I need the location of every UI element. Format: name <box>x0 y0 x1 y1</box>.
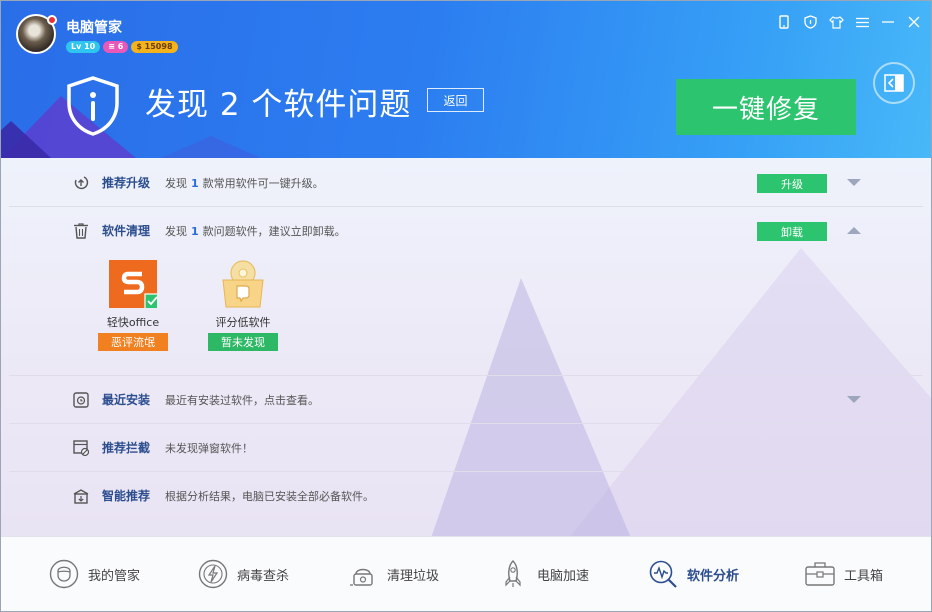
collapse-arrow-icon[interactable] <box>847 227 861 234</box>
row-smart-recommend: 智能推荐 根据分析结果，电脑已安装全部必备软件。 <box>9 472 923 520</box>
minimize-icon[interactable] <box>879 13 897 31</box>
rocket-icon <box>497 558 529 590</box>
row-recommend-upgrade: 推荐升级 发现 1 款常用软件可一键升级。 升级 <box>9 159 923 207</box>
collapse-panel-icon[interactable] <box>873 62 915 104</box>
desc-suffix: 款问题软件，建议立即卸载。 <box>202 225 346 238</box>
row-title[interactable]: 软件清理 <box>102 222 150 239</box>
desc-prefix: 发现 <box>165 225 187 238</box>
row-description: 最近有安装过软件，点击查看。 <box>165 394 319 407</box>
row-title[interactable]: 智能推荐 <box>102 487 150 504</box>
nav-label: 病毒查杀 <box>237 568 290 584</box>
office-app-icon <box>109 260 161 310</box>
coin-count: 15098 <box>144 42 173 51</box>
low-rating-icon <box>219 260 267 308</box>
row-title[interactable]: 推荐拦截 <box>102 439 150 456</box>
row-description: 发现 1 款问题软件，建议立即卸载。 <box>165 223 346 239</box>
app-card-office[interactable]: 轻快office 恶评流氓 <box>97 260 169 351</box>
page-headline: 发现 2 个软件问题 <box>145 87 412 123</box>
cleanup-icon <box>347 558 379 590</box>
app-name: 评分低软件 <box>215 316 271 329</box>
row-description: 根据分析结果，电脑已安装全部必备软件。 <box>165 490 374 503</box>
main-window: 电脑管家 Lv 10 ≡ 6 $ 15098 发现 2 个软件问题 返回 一键修… <box>0 0 932 612</box>
smart-recommend-icon <box>71 486 91 506</box>
header: 电脑管家 Lv 10 ≡ 6 $ 15098 发现 2 个软件问题 返回 一键修… <box>1 1 931 158</box>
app-card-low-rating[interactable]: 评分低软件 暂未发现 <box>207 260 279 351</box>
skin-icon[interactable] <box>827 13 845 31</box>
row-description: 未发现弹窗软件！ <box>165 442 253 455</box>
back-button[interactable]: 返回 <box>427 88 484 112</box>
bottom-nav: 我的管家 病毒查杀 清理垃圾 电脑加速 软件分析 工具箱 <box>1 536 931 611</box>
app-status-tag: 恶评流氓 <box>98 333 168 351</box>
trash-icon <box>71 221 91 241</box>
nav-label: 工具箱 <box>844 568 884 584</box>
nav-label: 电脑加速 <box>537 568 590 584</box>
software-analysis-icon <box>647 558 679 590</box>
phone-icon[interactable] <box>775 13 793 31</box>
recent-install-icon <box>71 390 91 410</box>
desc-suffix: 款常用软件可一键升级。 <box>202 177 324 190</box>
one-click-fix-button[interactable]: 一键修复 <box>676 79 856 135</box>
shield-small-icon[interactable] <box>801 13 819 31</box>
app-title: 电脑管家 <box>66 20 122 36</box>
user-badges: Lv 10 ≡ 6 $ 15098 <box>66 41 178 53</box>
row-description: 发现 1 款常用软件可一键升级。 <box>165 175 324 191</box>
expand-arrow-icon[interactable] <box>847 396 861 403</box>
popup-block-icon <box>71 438 91 458</box>
notification-dot <box>47 15 57 25</box>
nav-label: 软件分析 <box>687 568 740 584</box>
row-software-cleanup: 软件清理 发现 1 款问题软件，建议立即卸载。 卸载 <box>9 207 923 255</box>
window-controls <box>775 13 923 31</box>
row-title[interactable]: 最近安装 <box>102 391 150 408</box>
nav-cleanup[interactable]: 清理垃圾 <box>347 555 439 593</box>
expand-arrow-icon[interactable] <box>847 179 861 186</box>
nav-toolbox[interactable]: 工具箱 <box>804 555 883 593</box>
header-decoration <box>161 136 261 158</box>
message-badge[interactable]: ≡ 6 <box>103 41 129 53</box>
close-icon[interactable] <box>905 13 923 31</box>
level-badge[interactable]: Lv 10 <box>66 41 101 53</box>
app-status-tag: 暂未发现 <box>208 333 278 351</box>
nav-speedup[interactable]: 电脑加速 <box>497 555 589 593</box>
nav-label: 我的管家 <box>88 568 141 584</box>
row-popup-block: 推荐拦截 未发现弹窗软件！ <box>9 424 923 472</box>
desc-prefix: 发现 <box>165 177 187 190</box>
nav-virus-scan[interactable]: 病毒查杀 <box>197 555 289 593</box>
coin-badge[interactable]: $ 15098 <box>131 41 178 53</box>
butler-icon <box>48 558 80 590</box>
issue-count: 1 <box>191 225 199 238</box>
shield-info-icon <box>65 75 121 137</box>
issue-count: 1 <box>191 177 199 190</box>
toolbox-icon <box>804 558 836 590</box>
nav-software-analysis[interactable]: 软件分析 <box>647 555 739 593</box>
upgrade-icon <box>71 173 91 193</box>
uninstall-button[interactable]: 卸载 <box>757 222 827 241</box>
upgrade-button[interactable]: 升级 <box>757 174 827 193</box>
header-decoration <box>1 121 51 158</box>
app-name: 轻快office <box>106 316 160 329</box>
row-title[interactable]: 推荐升级 <box>102 174 150 191</box>
nav-label: 清理垃圾 <box>387 568 440 584</box>
problem-apps-list: 轻快office 恶评流氓 评分低软件 暂未发现 <box>97 260 279 351</box>
nav-my-butler[interactable]: 我的管家 <box>48 555 140 593</box>
message-count: 6 <box>117 42 124 51</box>
content-panel: 推荐升级 发现 1 款常用软件可一键升级。 升级 软件清理 发现 1 款问题软件，建议立… <box>1 158 931 536</box>
row-recent-install: 最近安装 最近有安装过软件，点击查看。 <box>9 376 923 424</box>
menu-icon[interactable] <box>853 13 871 31</box>
virus-scan-icon <box>197 558 229 590</box>
